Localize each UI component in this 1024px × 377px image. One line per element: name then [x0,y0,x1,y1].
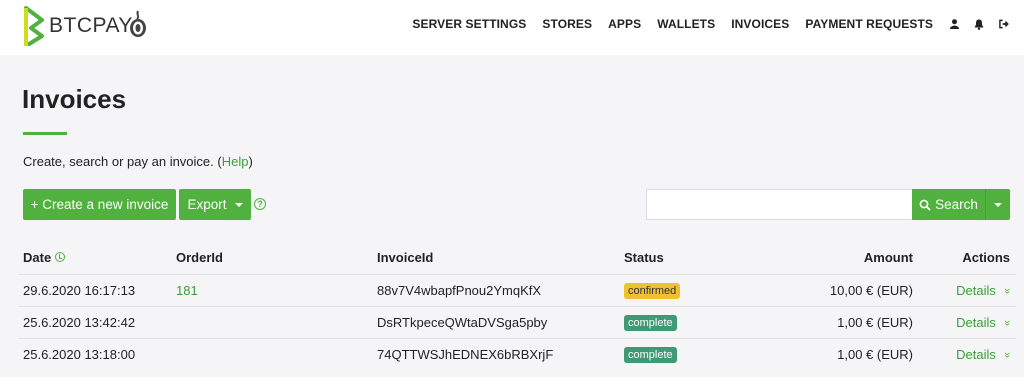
row-amount: 1,00 € (EUR) [837,347,913,362]
search-label: Search [935,197,978,212]
btcpay-logo[interactable]: BTCPAY [23,5,133,47]
details-link[interactable]: Details [956,283,996,298]
row-invoice-id: 88v7V4wbapfPnou2YmqKfX [377,283,542,298]
table-header: Date OrderId InvoiceId Status Amount Act… [18,240,1016,274]
chevron-double-down-icon[interactable]: » [1001,351,1013,357]
logout-icon[interactable] [999,19,1009,29]
header-status: Status [624,249,664,265]
header-date[interactable]: Date [23,240,66,274]
export-label: Export [187,197,227,212]
row-actions: Details » [956,307,1013,338]
caret-down-icon [234,202,243,207]
row-invoice-id: DsRTkpeceQWtaDVSga5pby [377,315,548,330]
search-dropdown-button[interactable] [985,189,1010,220]
btcpay-logo-icon [24,6,44,46]
description-text: Create, search or pay an invoice. ( [23,154,222,169]
nav-apps[interactable]: APPS [608,17,641,31]
title-underline [23,132,67,135]
header-date-label: Date [23,249,52,265]
clock-icon[interactable] [55,252,66,262]
nav-stores[interactable]: STORES [542,17,592,31]
header-actions: Actions [962,249,1010,265]
caret-down-icon [994,202,1002,207]
table-row: 25.6.2020 13:18:00 74QTTWSJhEDNEX6bRBXrj… [18,338,1016,370]
details-link[interactable]: Details [956,347,996,362]
row-status: confirmed [624,275,681,306]
export-button[interactable]: Export [179,189,251,220]
search-icon [919,199,931,211]
row-actions: Details » [956,339,1013,370]
main-nav: SERVER SETTINGS STORES APPS WALLETS INVO… [412,0,1024,48]
row-order-id[interactable]: 181 [176,275,198,306]
description-end: ) [248,154,253,169]
page-description: Create, search or pay an invoice. (Help) [23,154,253,169]
chevron-double-down-icon[interactable]: » [1001,287,1013,293]
chevron-double-down-icon[interactable]: » [1001,319,1013,325]
user-icon[interactable] [949,19,959,29]
brand-name: BTCPAY [49,14,133,37]
bell-icon[interactable] [974,19,984,30]
row-actions: Details » [956,275,1013,306]
page-title: Invoices [22,84,127,114]
row-status: complete [624,307,677,338]
row-date: 25.6.2020 13:42:42 [23,315,136,330]
nav-invoices[interactable]: INVOICES [731,17,789,31]
nav-server-settings[interactable]: SERVER SETTINGS [412,17,526,31]
status-badge: complete [624,314,677,331]
row-invoice-id: 74QTTWSJhEDNEX6bRBXrjF [377,347,554,362]
nav-payment-requests[interactable]: PAYMENT REQUESTS [805,17,933,31]
row-amount: 10,00 € (EUR) [829,283,913,298]
header-order-id: OrderId [176,249,223,265]
search-input[interactable] [646,189,912,220]
search-button[interactable]: Search [912,189,985,220]
create-invoice-button[interactable]: + Create a new invoice [23,189,176,220]
help-link[interactable]: Help [222,154,249,169]
nav-wallets[interactable]: WALLETS [657,17,715,31]
top-navbar: BTCPAY SERVER SETTINGS STORES APPS WALLE… [0,0,1024,55]
help-icon[interactable]: ? [254,198,266,210]
header-invoice-id: InvoiceId [377,249,434,265]
status-badge: confirmed [624,282,681,299]
row-status: complete [624,339,677,370]
table-row: 25.6.2020 13:42:42 DsRTkpeceQWtaDVSga5pb… [18,306,1016,338]
row-date: 29.6.2020 16:17:13 [23,283,136,298]
table-row: 29.6.2020 16:17:13 181 88v7V4wbapfPnou2Y… [18,274,1016,306]
row-amount: 1,00 € (EUR) [837,315,913,330]
header-amount: Amount [863,249,913,265]
details-link[interactable]: Details [956,315,996,330]
tor-onion-icon [128,9,148,44]
row-date: 25.6.2020 13:18:00 [23,347,136,362]
status-badge: complete [624,346,677,363]
